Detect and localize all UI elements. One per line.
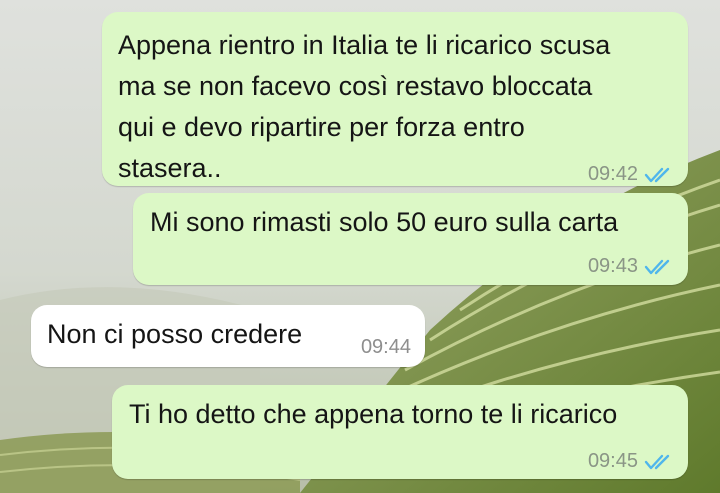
message-text: Non ci posso credere bbox=[47, 319, 303, 349]
message-text: Mi sono rimasti solo 50 euro sulla carta bbox=[150, 207, 619, 237]
message-bubble-outgoing[interactable]: Appena rientro in Italia te li ricarico … bbox=[102, 12, 688, 186]
message-time: 09:43 bbox=[587, 255, 638, 277]
message-text: Ti ho detto che appena torno te li ricar… bbox=[129, 399, 618, 429]
message-time: 09:45 bbox=[587, 450, 638, 472]
message-bubble-outgoing[interactable]: Mi sono rimasti solo 50 euro sulla carta… bbox=[133, 193, 688, 285]
message-meta: 09:44 bbox=[361, 336, 411, 359]
message-bubble-outgoing[interactable]: Ti ho detto che appena torno te li ricar… bbox=[112, 385, 688, 479]
message-time: 09:44 bbox=[360, 336, 411, 358]
double-check-icon bbox=[644, 453, 674, 471]
message-time: 09:42 bbox=[587, 163, 638, 185]
message-meta: 09:45 bbox=[588, 450, 674, 473]
message-meta: 09:42 bbox=[588, 163, 674, 186]
double-check-icon bbox=[644, 258, 674, 276]
message-bubble-incoming[interactable]: Non ci posso credere 09:44 bbox=[31, 305, 425, 367]
message-meta: 09:43 bbox=[588, 255, 674, 278]
double-check-icon bbox=[644, 166, 674, 184]
